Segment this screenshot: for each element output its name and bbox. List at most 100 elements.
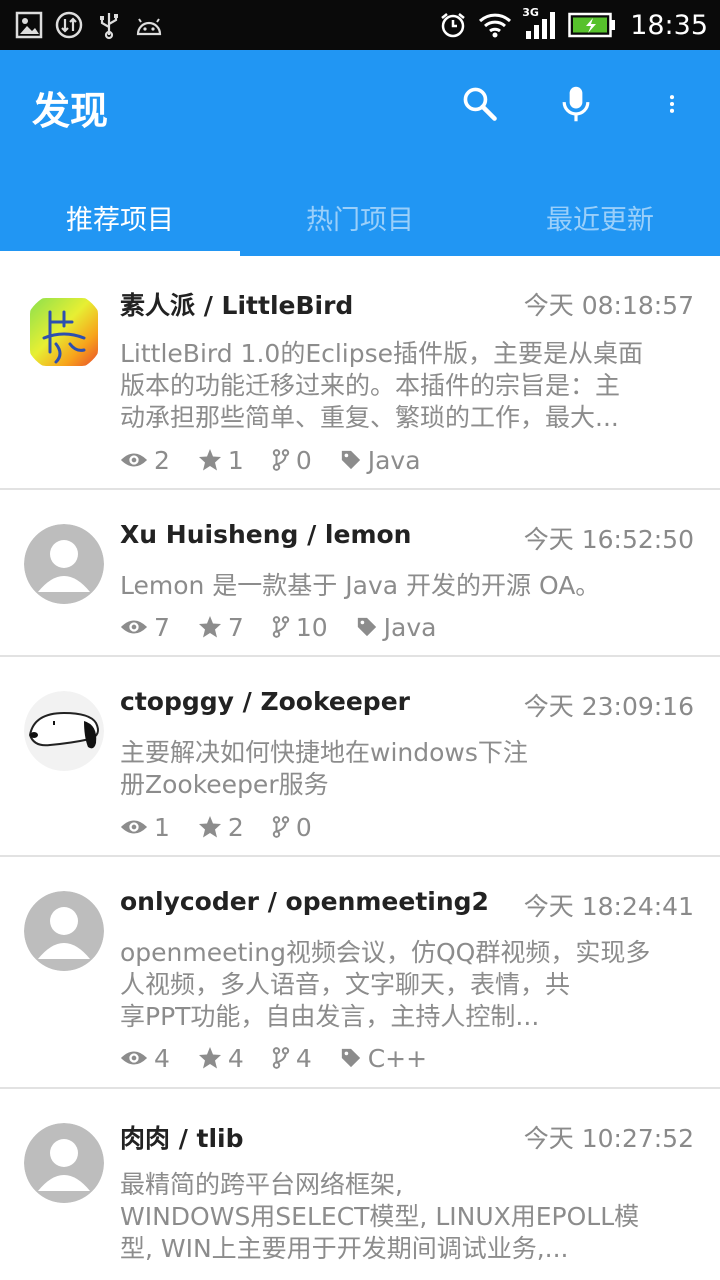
stars-stat: 2	[198, 813, 244, 842]
star-icon	[198, 449, 221, 471]
stars-stat: 4	[198, 1044, 244, 1073]
views-stat: 2	[120, 446, 170, 475]
tab-bar: 推荐项目 热门项目 最近更新	[0, 178, 720, 256]
forks-stat: 10	[272, 613, 328, 642]
list-item[interactable]: ctopggy / Zookeeper 今天 23:09:16 主要解决如何快捷…	[0, 657, 720, 857]
star-icon	[198, 1047, 221, 1069]
avatar[interactable]	[24, 1123, 104, 1203]
project-time: 今天 18:24:41	[523, 892, 694, 921]
tag-icon	[341, 450, 360, 470]
description-line: 型, WIN上主要用于开发期间调试业务,...	[120, 1234, 569, 1263]
tag-icon	[341, 1048, 360, 1068]
description-line: 享PPT功能，自由发言，主持人控制...	[120, 1002, 540, 1031]
gallery-icon	[15, 11, 43, 39]
forks-count: 10	[295, 612, 328, 642]
star-icon	[198, 616, 221, 638]
project-time: 今天 10:27:52	[523, 1124, 694, 1153]
project-time: 今天 08:18:57	[523, 291, 694, 320]
list-item[interactable]: onlycoder / openmeeting2 今天 18:24:41 ope…	[0, 857, 720, 1089]
language-label: C++	[367, 1043, 428, 1073]
default-user-icon	[24, 1123, 104, 1203]
wifi-icon	[479, 13, 512, 38]
seal-logo-image	[24, 292, 104, 372]
views-count: 7	[154, 612, 170, 642]
fork-icon	[272, 616, 290, 638]
star-icon	[198, 816, 221, 838]
snoopy-avatar-image	[24, 691, 104, 771]
language-stat: Java	[340, 446, 421, 475]
tag-icon	[357, 617, 376, 637]
project-description: 主要解决如何快捷地在windows下注 册Zookeeper服务	[120, 737, 692, 801]
list-item[interactable]: 肉肉 / tlib 今天 10:27:52 最精简的跨平台网络框架, WINDO…	[0, 1089, 720, 1280]
views-count: 4	[154, 1043, 170, 1073]
signal-3g-icon: 3G	[522, 6, 558, 41]
project-time: 今天 16:52:50	[523, 525, 694, 554]
list-item[interactable]: Xu Huisheng / lemon 今天 16:52:50 Lemon 是一…	[0, 490, 720, 657]
status-time: 18:35	[630, 9, 708, 41]
usb-icon	[100, 13, 118, 40]
description-line: 版本的功能迁移过来的。本插件的宗旨是：主	[120, 371, 621, 400]
eye-icon	[120, 820, 148, 834]
forks-stat: 0	[272, 813, 312, 842]
avatar[interactable]	[24, 691, 104, 771]
stars-count: 7	[227, 612, 244, 642]
description-line: Lemon 是一款基于 Java 开发的开源 OA。	[120, 571, 601, 600]
forks-count: 0	[295, 812, 312, 842]
search-icon[interactable]	[458, 82, 502, 126]
description-line: 动承担那些简单、重复、繁琐的工作，最大...	[120, 403, 619, 432]
tab-recent[interactable]: 最近更新	[480, 178, 720, 256]
views-stat: 1	[120, 813, 170, 842]
default-user-icon	[24, 524, 104, 604]
fork-icon	[272, 816, 290, 838]
avatar[interactable]	[24, 524, 104, 604]
tab-popular[interactable]: 热门项目	[240, 178, 480, 256]
project-title[interactable]: ctopggy / Zookeeper	[120, 687, 410, 716]
description-line: 主要解决如何快捷地在windows下注	[120, 738, 528, 767]
description-line: LittleBird 1.0的Eclipse插件版，主要是从桌面	[120, 339, 644, 368]
project-description: openmeeting视频会议，仿QQ群视频，实现多 人视频，多人语音，文字聊天…	[120, 937, 692, 1033]
fork-icon	[272, 449, 290, 471]
forks-count: 4	[295, 1043, 312, 1073]
language-stat: C++	[340, 1044, 427, 1073]
project-stats: 1 2 0	[120, 812, 340, 842]
project-title[interactable]: Xu Huisheng / lemon	[120, 520, 411, 549]
stars-count: 2	[227, 812, 244, 842]
app-bar: 发现 推荐项目 热门项目 最近更新	[0, 50, 720, 256]
avatar[interactable]	[24, 292, 104, 372]
status-bar: 3G 18:35	[0, 0, 720, 50]
project-list: 素人派 / LittleBird 今天 08:18:57 LittleBird …	[0, 256, 720, 1280]
project-description: LittleBird 1.0的Eclipse插件版，主要是从桌面 版本的功能迁移…	[120, 338, 692, 434]
language-label: Java	[383, 612, 437, 642]
project-title[interactable]: 素人派 / LittleBird	[120, 286, 353, 322]
eye-icon	[120, 620, 148, 634]
list-item[interactable]: 素人派 / LittleBird 今天 08:18:57 LittleBird …	[0, 256, 720, 490]
description-line: 人视频，多人语音，文字聊天，表情，共	[120, 970, 571, 999]
description-line: 册Zookeeper服务	[120, 770, 329, 799]
project-stats: 2 1 0 Java	[120, 445, 449, 475]
stars-count: 4	[227, 1043, 244, 1073]
description-line: 最精简的跨平台网络框架,	[120, 1170, 403, 1199]
stars-stat: 7	[198, 613, 244, 642]
tab-recommended[interactable]: 推荐项目	[0, 178, 240, 256]
views-stat: 7	[120, 613, 170, 642]
page-title: 发现	[32, 89, 109, 133]
views-stat: 4	[120, 1044, 170, 1073]
mic-icon[interactable]	[554, 82, 598, 126]
project-title[interactable]: onlycoder / openmeeting2	[120, 887, 489, 916]
project-stats: 4 4 4 C++	[120, 1043, 455, 1073]
views-count: 1	[154, 812, 170, 842]
eye-icon	[120, 1051, 148, 1065]
avatar[interactable]	[24, 891, 104, 971]
more-vert-icon[interactable]	[650, 82, 694, 126]
android-icon	[136, 18, 162, 36]
default-user-icon	[24, 891, 104, 971]
eye-icon	[120, 453, 148, 467]
project-title[interactable]: 肉肉 / tlib	[120, 1119, 244, 1155]
project-description: Lemon 是一款基于 Java 开发的开源 OA。	[120, 570, 692, 602]
views-count: 2	[154, 445, 170, 475]
language-stat: Java	[356, 612, 437, 642]
forks-stat: 4	[272, 1044, 312, 1073]
project-stats: 7 7 10 Java	[120, 612, 464, 642]
battery-charging-icon	[568, 12, 616, 38]
fork-icon	[272, 1047, 290, 1069]
